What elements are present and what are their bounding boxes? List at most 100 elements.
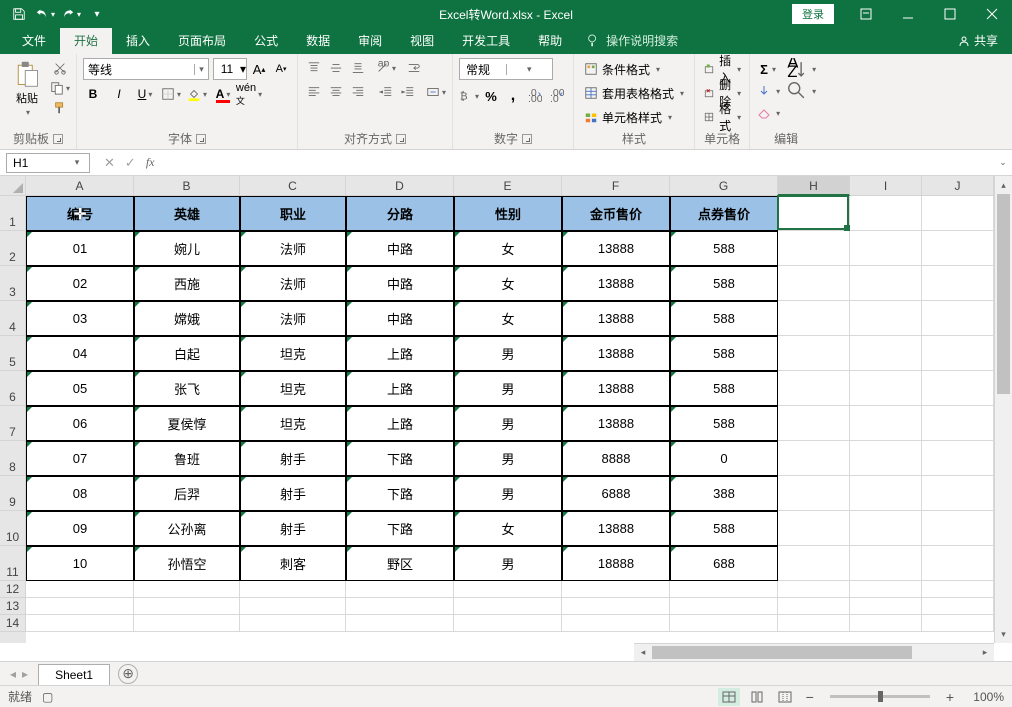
- cell-styles-button[interactable]: 单元格样式▾: [580, 106, 676, 128]
- autosum-button[interactable]: Σ▾: [756, 58, 780, 80]
- cell[interactable]: 588: [670, 301, 778, 336]
- align-middle-button[interactable]: [326, 58, 346, 78]
- cell[interactable]: 下路: [346, 511, 454, 546]
- cell[interactable]: 6888: [562, 476, 670, 511]
- cell[interactable]: [922, 301, 994, 336]
- cell[interactable]: 13888: [562, 406, 670, 441]
- column-header-F[interactable]: F: [562, 176, 670, 196]
- cell[interactable]: [778, 336, 850, 371]
- format-cells-button[interactable]: 格式▾: [701, 106, 743, 128]
- tab-formulas[interactable]: 公式: [240, 27, 292, 54]
- cell[interactable]: 男: [454, 336, 562, 371]
- tab-file[interactable]: 文件: [8, 27, 60, 54]
- font-dialog-launcher[interactable]: [196, 134, 206, 144]
- cell[interactable]: 后羿: [134, 476, 240, 511]
- tab-home[interactable]: 开始: [60, 27, 112, 54]
- cell[interactable]: [778, 546, 850, 581]
- enter-formula-icon[interactable]: ✓: [125, 155, 136, 171]
- zoom-slider[interactable]: [830, 695, 930, 698]
- tab-help[interactable]: 帮助: [524, 27, 576, 54]
- increase-font-button[interactable]: A▴: [249, 58, 269, 80]
- tab-pagelayout[interactable]: 页面布局: [164, 27, 240, 54]
- cell[interactable]: [670, 615, 778, 632]
- save-button[interactable]: [8, 3, 30, 25]
- name-box[interactable]: ▾: [6, 153, 90, 173]
- cell[interactable]: [778, 511, 850, 546]
- cell[interactable]: 13888: [562, 336, 670, 371]
- font-size-combo[interactable]: ▾: [213, 58, 247, 80]
- cell[interactable]: [454, 598, 562, 615]
- wrap-text-button[interactable]: [404, 58, 424, 78]
- cell[interactable]: [850, 441, 922, 476]
- increase-decimal-button[interactable]: .0.00: [525, 86, 545, 106]
- number-format-combo[interactable]: 常规▾: [459, 58, 553, 80]
- zoom-level[interactable]: 100%: [964, 690, 1004, 704]
- row-header-8[interactable]: 8: [0, 441, 26, 476]
- column-header-A[interactable]: A: [26, 176, 134, 196]
- cell[interactable]: 法师: [240, 301, 346, 336]
- column-header-E[interactable]: E: [454, 176, 562, 196]
- phonetic-button[interactable]: wén文▾: [239, 84, 259, 104]
- cell[interactable]: 坦克: [240, 371, 346, 406]
- cell[interactable]: 06: [26, 406, 134, 441]
- cell[interactable]: 388: [670, 476, 778, 511]
- cell[interactable]: 分路: [346, 196, 454, 231]
- cell[interactable]: [26, 615, 134, 632]
- cell[interactable]: 孙悟空: [134, 546, 240, 581]
- sort-filter-button[interactable]: AZ▾: [786, 58, 816, 80]
- cell[interactable]: 588: [670, 371, 778, 406]
- fill-color-button[interactable]: ▾: [187, 84, 207, 104]
- cell[interactable]: 男: [454, 406, 562, 441]
- cell[interactable]: [346, 598, 454, 615]
- cell[interactable]: 西施: [134, 266, 240, 301]
- cell[interactable]: 编号✛: [26, 196, 134, 231]
- orientation-button[interactable]: ab▾: [376, 58, 396, 78]
- conditional-format-button[interactable]: 条件格式▾: [580, 58, 664, 80]
- clear-button[interactable]: ▾: [756, 102, 780, 124]
- worksheet-grid[interactable]: ABCDEFGHIJ 1234567891011121314 编号✛英雄职业分路…: [0, 176, 1012, 661]
- cell[interactable]: [134, 598, 240, 615]
- cell[interactable]: 08: [26, 476, 134, 511]
- row-header-6[interactable]: 6: [0, 371, 26, 406]
- cell[interactable]: 英雄: [134, 196, 240, 231]
- cell[interactable]: [778, 371, 850, 406]
- align-right-button[interactable]: [348, 82, 368, 102]
- cell[interactable]: [850, 615, 922, 632]
- cell[interactable]: 588: [670, 336, 778, 371]
- normal-view-button[interactable]: [718, 688, 740, 706]
- cell[interactable]: [850, 371, 922, 406]
- page-layout-view-button[interactable]: [746, 688, 768, 706]
- row-header-14[interactable]: 14: [0, 615, 26, 632]
- cell[interactable]: 夏侯惇: [134, 406, 240, 441]
- cell[interactable]: [922, 371, 994, 406]
- cell[interactable]: 10: [26, 546, 134, 581]
- cell[interactable]: [922, 581, 994, 598]
- column-header-G[interactable]: G: [670, 176, 778, 196]
- cell[interactable]: 588: [670, 231, 778, 266]
- row-header-3[interactable]: 3: [0, 266, 26, 301]
- cell[interactable]: 04: [26, 336, 134, 371]
- cell[interactable]: [850, 511, 922, 546]
- undo-button[interactable]: ▾: [34, 3, 56, 25]
- cell[interactable]: 上路: [346, 371, 454, 406]
- macro-record-icon[interactable]: ▢: [42, 690, 53, 704]
- cell[interactable]: [778, 476, 850, 511]
- cell[interactable]: 02: [26, 266, 134, 301]
- cell[interactable]: [922, 615, 994, 632]
- share-button[interactable]: 共享: [944, 27, 1012, 54]
- increase-indent-button[interactable]: [398, 82, 418, 102]
- cell[interactable]: [922, 598, 994, 615]
- maximize-button[interactable]: [930, 0, 970, 28]
- cell[interactable]: [922, 266, 994, 301]
- cell[interactable]: [134, 581, 240, 598]
- row-header-5[interactable]: 5: [0, 336, 26, 371]
- cell[interactable]: 588: [670, 266, 778, 301]
- tab-view[interactable]: 视图: [396, 27, 448, 54]
- cell[interactable]: 13888: [562, 511, 670, 546]
- cell[interactable]: 坦克: [240, 406, 346, 441]
- tab-insert[interactable]: 插入: [112, 27, 164, 54]
- align-center-button[interactable]: [326, 82, 346, 102]
- column-header-C[interactable]: C: [240, 176, 346, 196]
- signin-button[interactable]: 登录: [792, 4, 834, 24]
- cell[interactable]: [922, 441, 994, 476]
